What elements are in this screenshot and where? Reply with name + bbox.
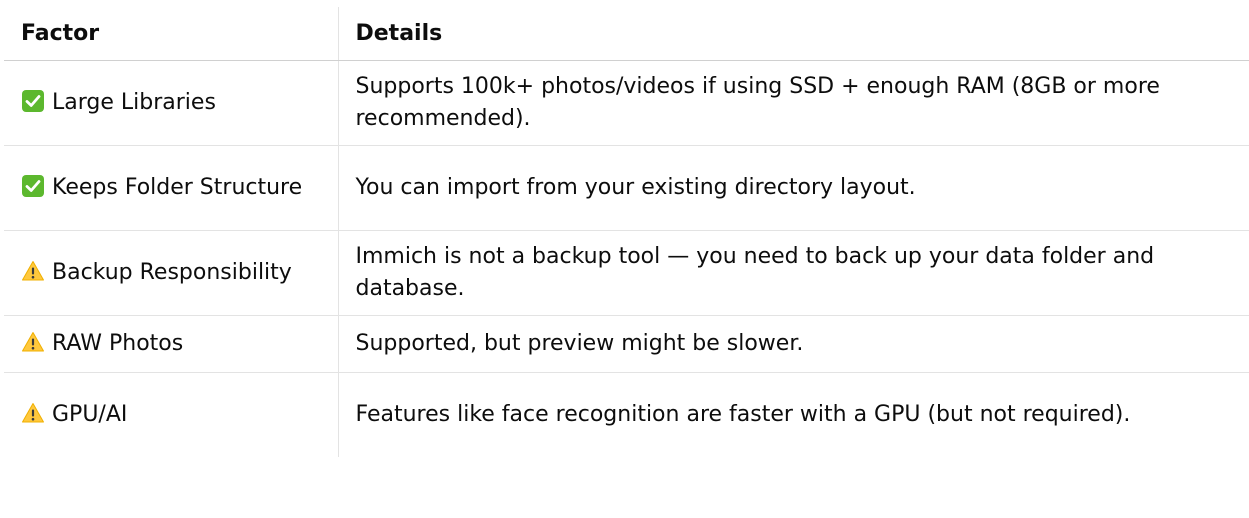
factor-label: RAW Photos — [52, 331, 184, 356]
factor-cell: Backup Responsibility — [4, 230, 338, 316]
details-cell: Supports 100k+ photos/videos if using SS… — [337, 60, 1249, 146]
table-row: RAW Photos Supported, but preview might … — [4, 315, 1249, 373]
header-details: Details — [337, 7, 1249, 61]
table-row: GPU/AI Features like face recognition ar… — [4, 372, 1249, 458]
factor-label: GPU/AI — [52, 402, 128, 427]
factor-label: Large Libraries — [52, 90, 216, 115]
table-header-row: Factor Details — [4, 7, 1249, 61]
check-mark-button-icon — [21, 89, 45, 113]
table-row: Backup Responsibility Immich is not a ba… — [4, 230, 1249, 316]
details-cell: You can import from your existing direct… — [337, 145, 1249, 231]
warning-icon — [21, 401, 45, 425]
header-factor: Factor — [4, 7, 338, 61]
warning-icon — [21, 259, 45, 283]
details-cell: Immich is not a backup tool — you need t… — [337, 230, 1249, 316]
factors-table-container: Factor Details Large Libraries Supports … — [4, 7, 1249, 457]
details-cell: Features like face recognition are faste… — [337, 372, 1249, 457]
factor-cell: Large Libraries — [4, 60, 338, 146]
table-row: Large Libraries Supports 100k+ photos/vi… — [4, 60, 1249, 146]
table-row: Keeps Folder Structure You can import fr… — [4, 145, 1249, 231]
factor-label: Backup Responsibility — [52, 260, 292, 285]
warning-icon — [21, 330, 45, 354]
factor-cell: Keeps Folder Structure — [4, 145, 338, 231]
factor-cell: RAW Photos — [4, 315, 338, 373]
details-cell: Supported, but preview might be slower. — [337, 315, 1249, 373]
factors-table: Factor Details Large Libraries Supports … — [4, 7, 1249, 457]
factor-cell: GPU/AI — [4, 373, 338, 458]
factor-label: Keeps Folder Structure — [52, 175, 303, 200]
check-mark-button-icon — [21, 174, 45, 198]
